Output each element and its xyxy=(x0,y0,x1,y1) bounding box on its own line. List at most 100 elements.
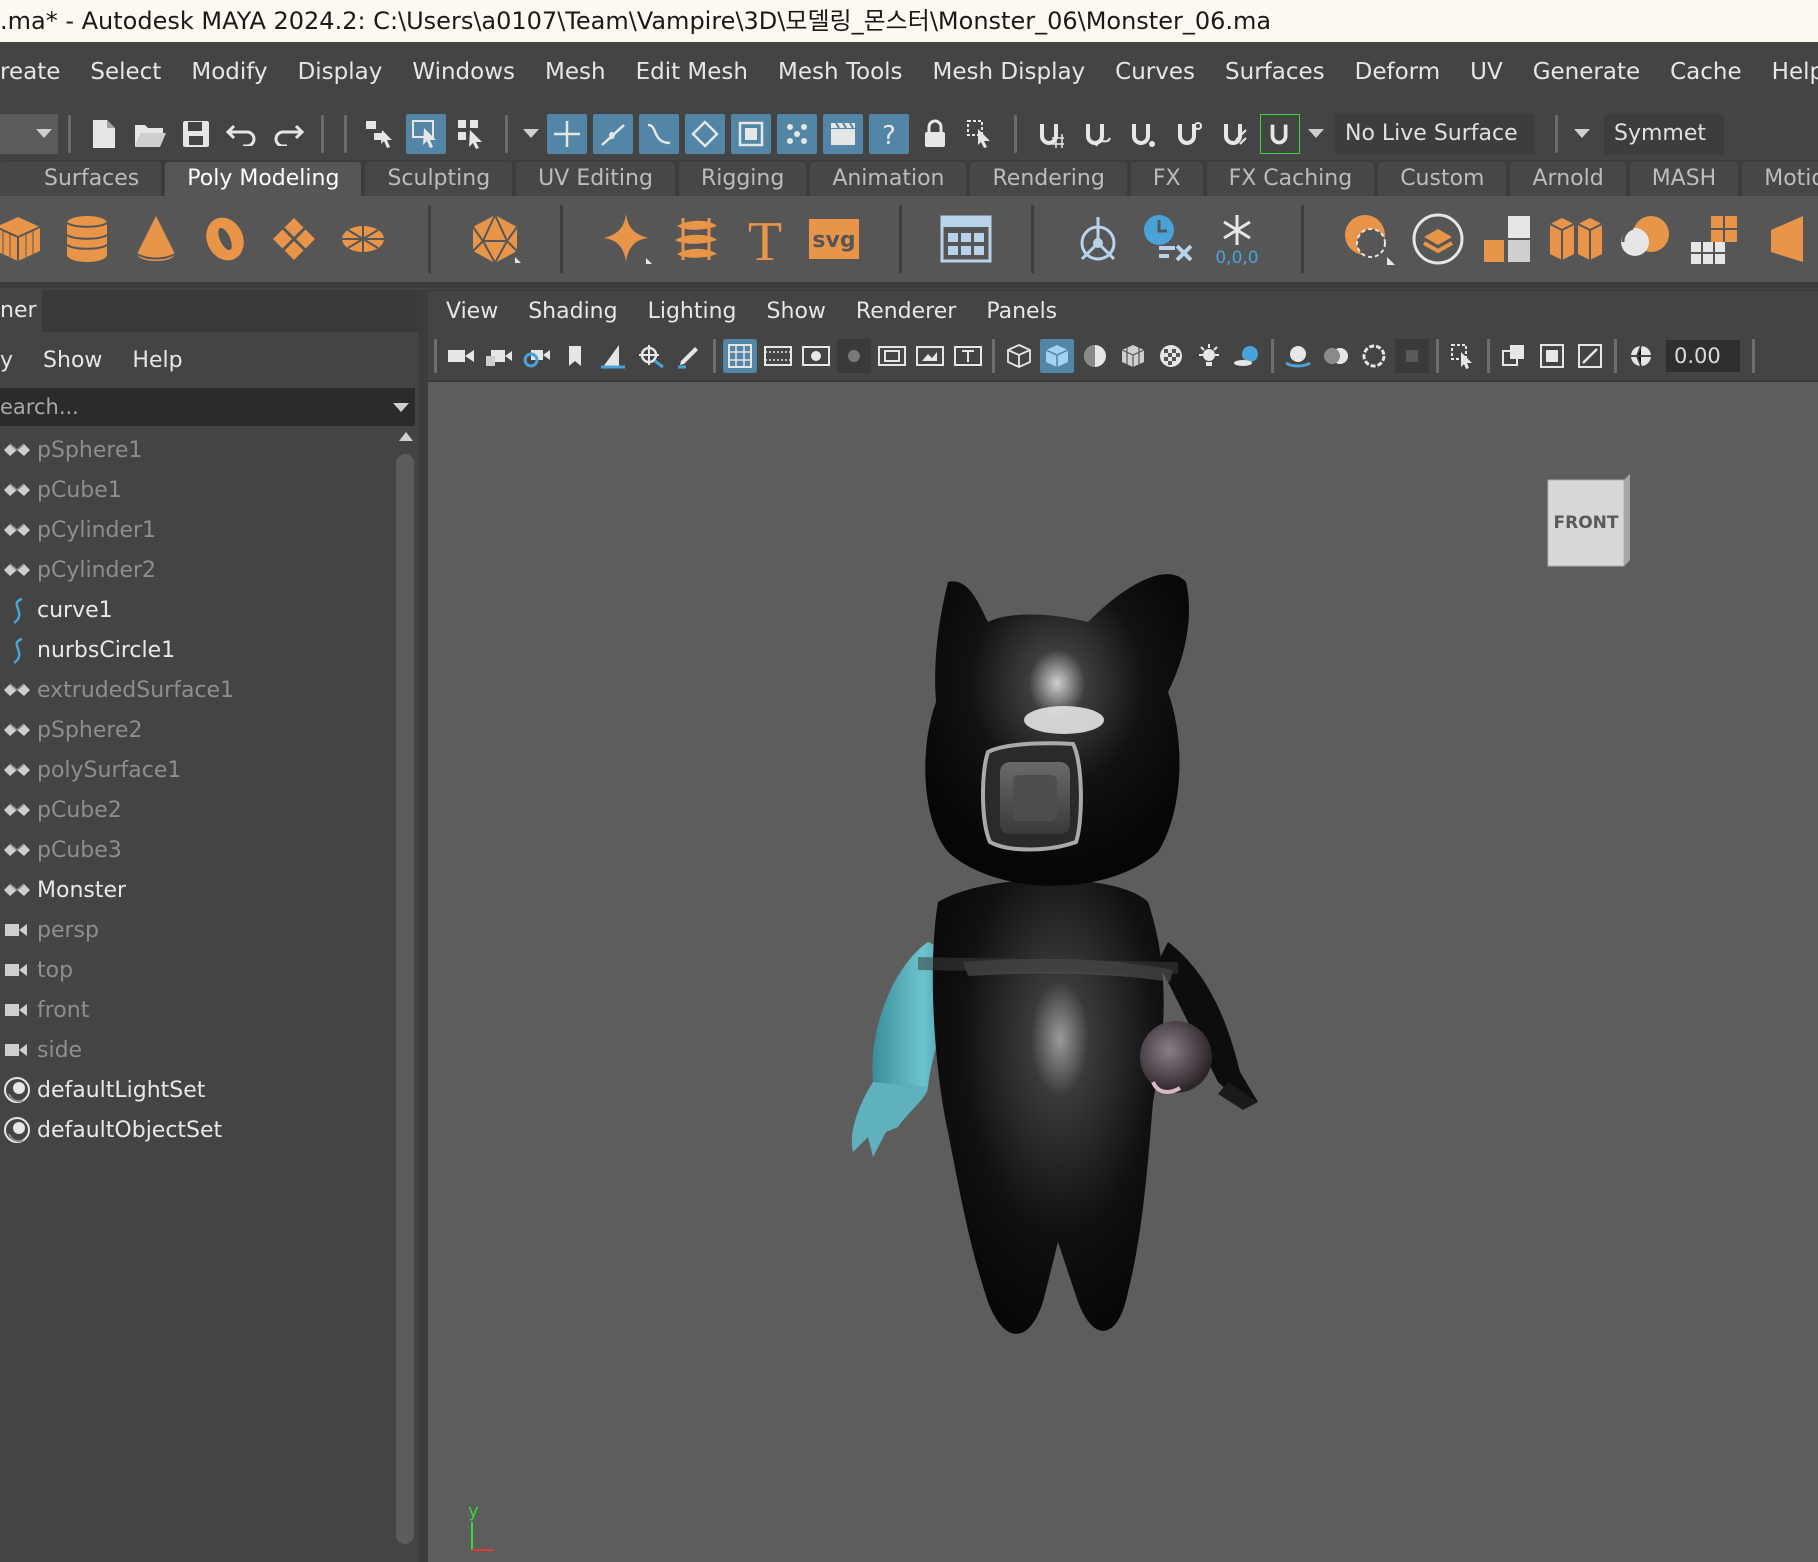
outliner-item-pCylinder1[interactable]: pCylinder1 xyxy=(0,510,395,550)
poly-cylinder-button[interactable] xyxy=(57,209,116,269)
select-by-misc-button[interactable]: ? xyxy=(869,113,909,154)
shelf-tab-rigging[interactable]: Rigging xyxy=(678,162,807,196)
poly-plane-button[interactable] xyxy=(264,209,323,269)
snap-options-dropdown[interactable] xyxy=(1306,114,1326,154)
select-by-joint-button[interactable] xyxy=(593,113,633,154)
symmetry-field[interactable]: Symmet xyxy=(1604,113,1724,154)
monster-model[interactable] xyxy=(851,574,1258,1334)
snap-to-view-plane-button[interactable] xyxy=(1168,114,1208,154)
lock-selection-button[interactable] xyxy=(915,114,955,154)
menu-set-dropdown[interactable] xyxy=(0,113,58,154)
bookmark-button[interactable] xyxy=(558,339,592,373)
symmetry-dropdown[interactable] xyxy=(1571,114,1593,154)
outliner-item-pCube3[interactable]: pCube3 xyxy=(0,830,395,870)
freeze-transforms-button[interactable]: 0,0,0 xyxy=(1207,209,1266,269)
svg-tool-button[interactable]: svg xyxy=(805,209,864,269)
quad-draw-button[interactable] xyxy=(1408,209,1467,269)
type-tool-button[interactable]: T xyxy=(736,209,795,269)
field-chart-button[interactable] xyxy=(875,339,909,373)
snap-to-point-button[interactable] xyxy=(1122,114,1162,154)
poly-torus-button[interactable] xyxy=(195,209,254,269)
outliner-item-Monster[interactable]: Monster xyxy=(0,870,395,910)
film-gate-button[interactable] xyxy=(761,339,795,373)
shelf-tab-poly-modeling[interactable]: Poly Modeling xyxy=(165,162,362,196)
menu-modify[interactable]: Modify xyxy=(176,59,282,85)
outliner-item-polySurface1[interactable]: polySurface1 xyxy=(0,750,395,790)
menu-cache[interactable]: Cache xyxy=(1655,59,1757,85)
use-all-lights-button[interactable] xyxy=(1192,339,1226,373)
snap-to-curve-button[interactable] xyxy=(1076,114,1116,154)
scrollbar-thumb[interactable] xyxy=(396,454,414,1544)
bridge-button[interactable] xyxy=(1616,209,1675,269)
select-by-rendering-button[interactable] xyxy=(823,113,863,154)
redo-button[interactable] xyxy=(268,114,308,154)
shelf-tab-fx[interactable]: FX xyxy=(1130,162,1203,196)
extrude-button[interactable] xyxy=(1477,209,1536,269)
menu-edit-mesh[interactable]: Edit Mesh xyxy=(621,59,763,85)
save-scene-button[interactable] xyxy=(176,114,216,154)
viewport-menu-lighting[interactable]: Lighting xyxy=(648,299,737,324)
snap-to-grid-button[interactable] xyxy=(1030,114,1070,154)
poly-disc-button[interactable] xyxy=(333,209,392,269)
combine-button[interactable] xyxy=(937,209,996,269)
resolution-gate-button[interactable] xyxy=(799,339,833,373)
outliner-item-top[interactable]: top xyxy=(0,950,395,990)
anti-aliasing-button[interactable] xyxy=(1357,339,1391,373)
delete-history-button[interactable] xyxy=(1138,209,1197,269)
viewport-canvas[interactable]: FRONT y xyxy=(428,382,1818,1562)
poly-cone-button[interactable] xyxy=(126,209,185,269)
viewport-menu-panels[interactable]: Panels xyxy=(986,299,1057,324)
bevel-button[interactable] xyxy=(1546,209,1605,269)
outliner-menu-display[interactable]: y xyxy=(0,348,13,373)
select-by-curve-button[interactable] xyxy=(639,113,679,154)
select-by-deformer-button[interactable] xyxy=(731,113,771,154)
safe-title-button[interactable] xyxy=(951,339,985,373)
soft-select-button[interactable] xyxy=(1339,209,1398,269)
live-surface-field[interactable]: No Live Surface xyxy=(1335,113,1535,154)
depth-of-field-button[interactable] xyxy=(1395,339,1429,373)
select-object-button[interactable] xyxy=(406,113,446,154)
select-camera-button[interactable] xyxy=(444,339,478,373)
sweep-mesh-button[interactable] xyxy=(667,209,726,269)
scroll-up-arrow-icon[interactable] xyxy=(399,432,413,441)
outliner-item-pSphere1[interactable]: pSphere1 xyxy=(0,430,395,470)
viewport-scene[interactable]: FRONT y xyxy=(428,382,1818,1562)
panel-divider[interactable] xyxy=(418,290,428,1562)
safe-action-button[interactable] xyxy=(913,339,947,373)
screen-space-ao-button[interactable] xyxy=(1281,339,1315,373)
shelf-tab-mash[interactable]: MASH xyxy=(1629,162,1739,196)
menu-mesh-tools[interactable]: Mesh Tools xyxy=(763,59,918,85)
isolate-select-button[interactable] xyxy=(1446,339,1480,373)
outliner-item-pCube1[interactable]: pCube1 xyxy=(0,470,395,510)
grease-pencil-button[interactable] xyxy=(672,339,706,373)
undo-button[interactable] xyxy=(222,114,262,154)
exposure-field[interactable]: 0.00 xyxy=(1666,340,1740,372)
menu-surfaces[interactable]: Surfaces xyxy=(1210,59,1340,85)
viewport-menu-show[interactable]: Show xyxy=(767,299,826,324)
outliner-item-defaultLightSet[interactable]: defaultLightSet xyxy=(0,1070,395,1110)
poly-cube-button[interactable] xyxy=(0,209,47,269)
lock-camera-button[interactable] xyxy=(482,339,516,373)
exposure-button[interactable] xyxy=(1624,339,1658,373)
select-hierarchy-button[interactable] xyxy=(360,114,400,154)
menu-select[interactable]: Select xyxy=(75,59,176,85)
shelf-tab-uv-editing[interactable]: UV Editing xyxy=(516,162,675,196)
select-component-button[interactable] xyxy=(452,114,492,154)
open-scene-button[interactable] xyxy=(130,114,170,154)
shelf-tab-animation[interactable]: Animation xyxy=(810,162,967,196)
camera-attributes-button[interactable] xyxy=(520,339,554,373)
smooth-shade-button[interactable] xyxy=(1040,339,1074,373)
menu-display[interactable]: Display xyxy=(283,59,398,85)
2d-pan-zoom-button[interactable] xyxy=(634,339,668,373)
highlight-selection-button[interactable] xyxy=(961,114,1001,154)
viewport-menu-renderer[interactable]: Renderer xyxy=(856,299,956,324)
outliner-item-curve1[interactable]: curve1 xyxy=(0,590,395,630)
menu-help[interactable]: Help xyxy=(1757,59,1818,85)
select-by-surface-button[interactable] xyxy=(685,113,725,154)
viewport-menu-shading[interactable]: Shading xyxy=(528,299,617,324)
outliner-item-side[interactable]: side xyxy=(0,1030,395,1070)
outliner-item-extrudedSurface1[interactable]: extrudedSurface1 xyxy=(0,670,395,710)
shadows-button[interactable] xyxy=(1230,339,1264,373)
menu-mesh-display[interactable]: Mesh Display xyxy=(918,59,1101,85)
outliner-menu-show[interactable]: Show xyxy=(43,348,102,373)
